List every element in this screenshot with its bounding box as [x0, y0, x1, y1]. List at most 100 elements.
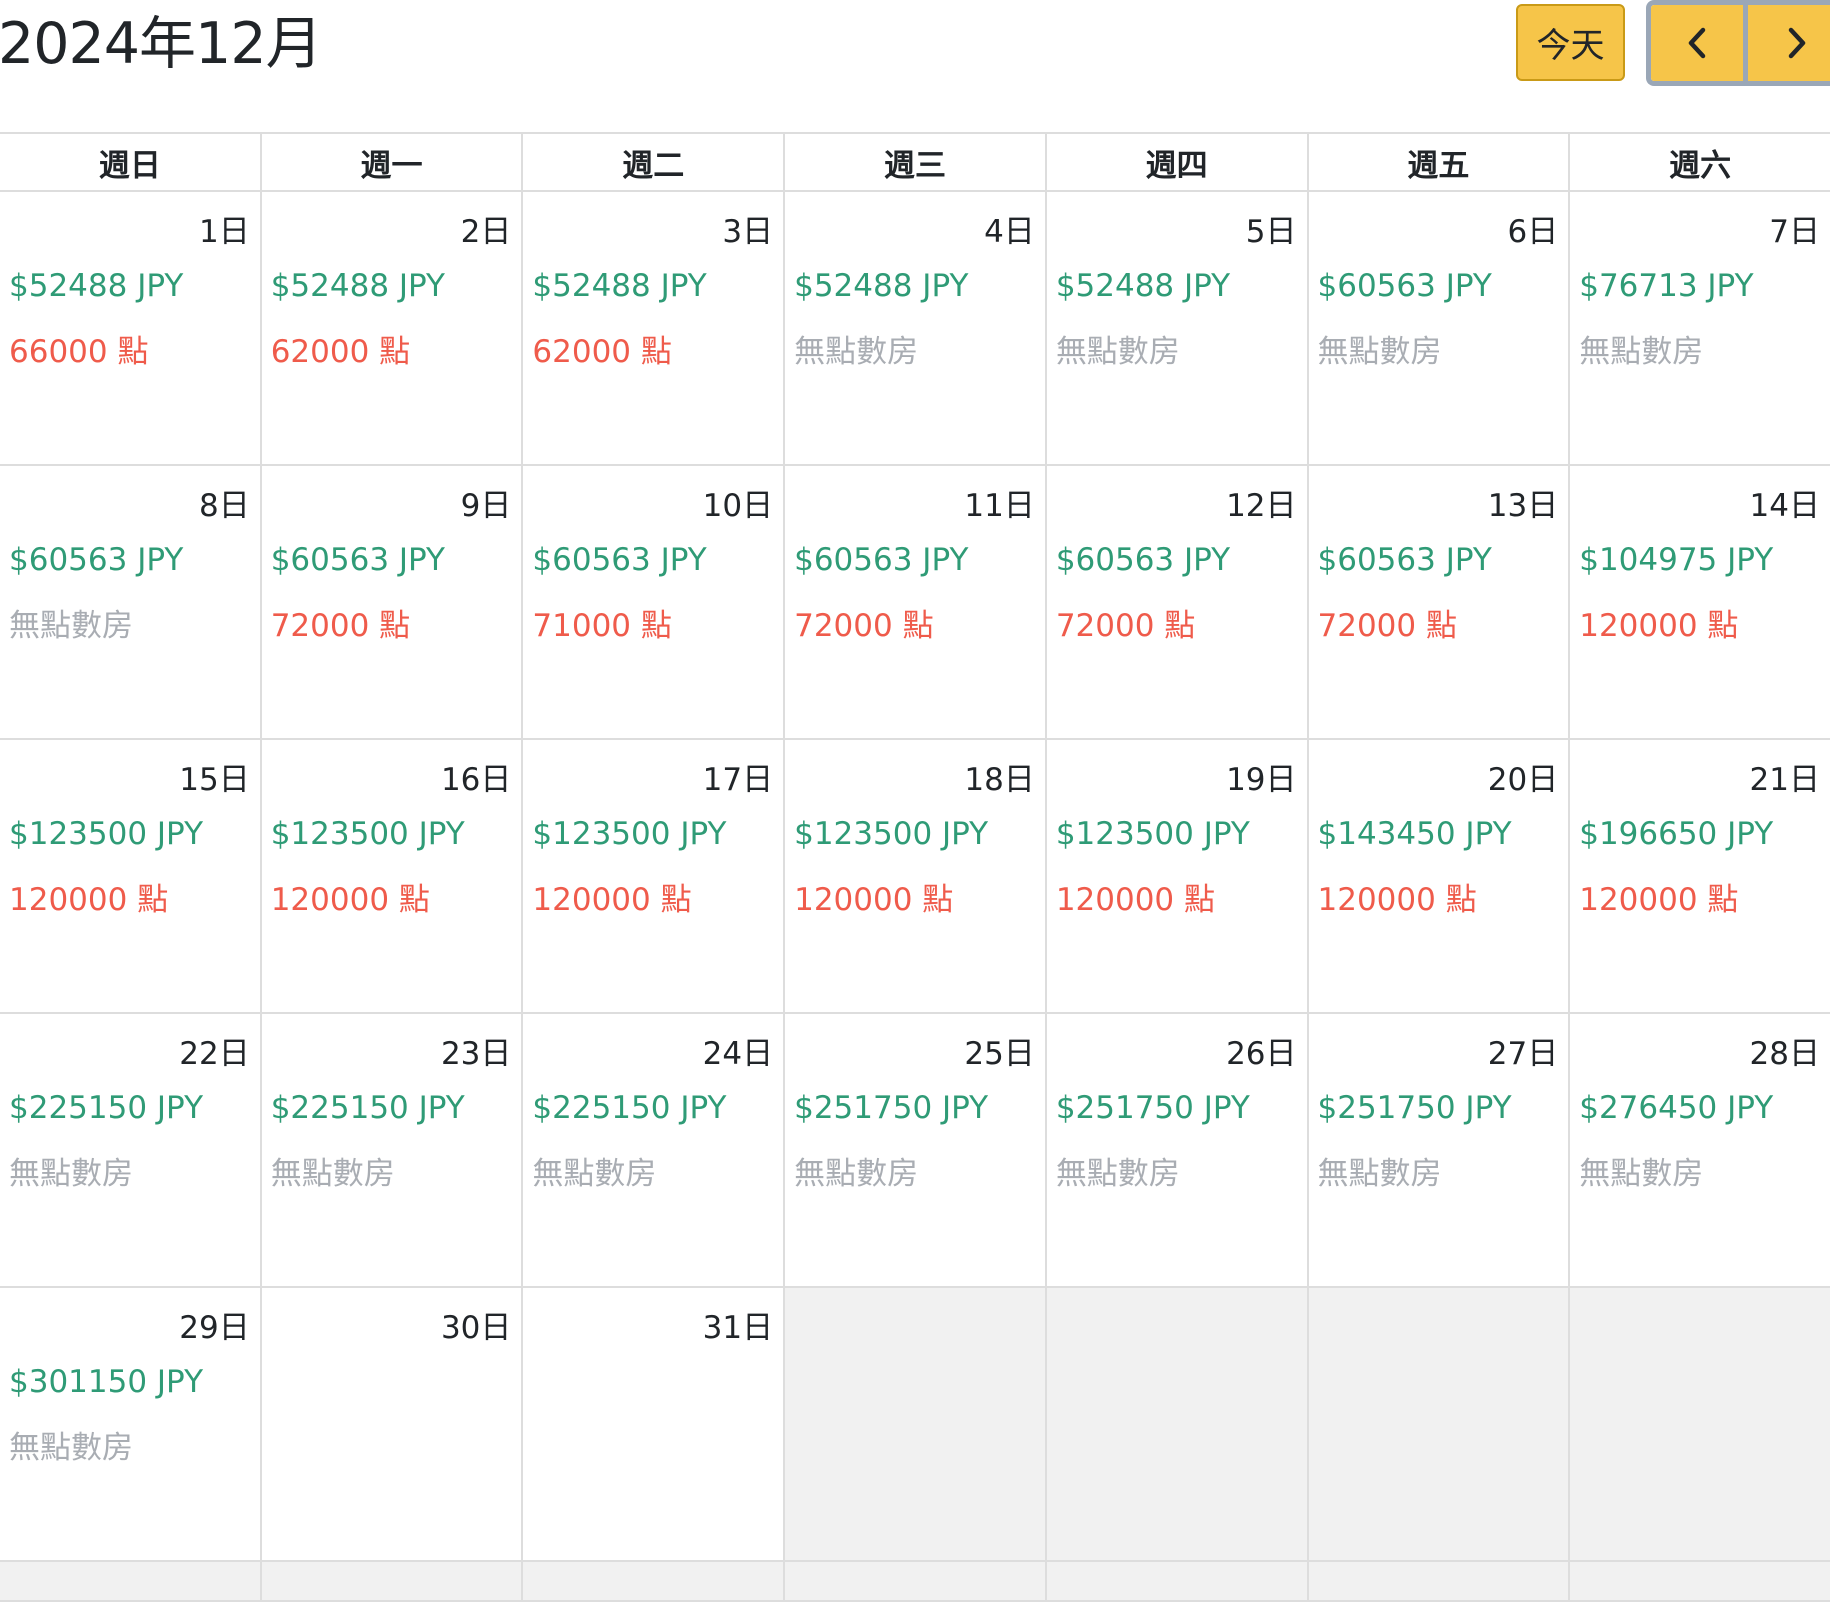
- weekday-header: 週三: [783, 132, 1047, 192]
- day-cell[interactable]: 8日 $60563 JPY 無點數房: [0, 464, 262, 740]
- day-cell[interactable]: 29日 $301150 JPY 無點數房: [0, 1286, 262, 1562]
- day-cell[interactable]: 15日 $123500 JPY 120000 點: [0, 738, 262, 1014]
- next-month-button[interactable]: [1747, 5, 1830, 81]
- day-number: 2日: [460, 214, 512, 250]
- day-number: 11日: [964, 488, 1035, 524]
- cash-price: $251750 JPY: [794, 1090, 989, 1126]
- empty-day-cell: [1044, 1560, 1309, 1602]
- points-price: 120000 點: [1055, 882, 1216, 918]
- empty-day-cell: [1306, 1286, 1571, 1562]
- day-number: 18日: [964, 762, 1035, 798]
- weekday-header: 週二: [521, 132, 786, 192]
- points-price: 72000 點: [1055, 608, 1196, 644]
- day-number: 14日: [1749, 488, 1820, 524]
- day-number: 6日: [1507, 214, 1559, 250]
- cash-price: $251750 JPY: [1317, 1090, 1512, 1126]
- day-cell[interactable]: 2日 $52488 JPY 62000 點: [259, 190, 524, 466]
- day-cell[interactable]: 3日 $52488 JPY 62000 點: [521, 190, 786, 466]
- points-price: 71000 點: [532, 608, 672, 644]
- empty-day-cell: [1568, 1560, 1830, 1602]
- day-cell[interactable]: 6日 $60563 JPY 無點數房: [1306, 190, 1571, 466]
- points-price: 120000 點: [794, 882, 954, 918]
- day-cell[interactable]: 18日 $123500 JPY 120000 點: [783, 738, 1047, 1014]
- day-cell[interactable]: 26日 $251750 JPY 無點數房: [1044, 1012, 1309, 1288]
- day-cell[interactable]: 24日 $225150 JPY 無點數房: [521, 1012, 786, 1288]
- empty-day-cell: [0, 1560, 262, 1602]
- day-cell[interactable]: 1日 $52488 JPY 66000 點: [0, 190, 262, 466]
- points-price: 72000 點: [794, 608, 934, 644]
- no-points-label: 無點數房: [1317, 334, 1442, 370]
- day-cell[interactable]: 12日 $60563 JPY 72000 點: [1044, 464, 1309, 740]
- day-cell[interactable]: 16日 $123500 JPY 120000 點: [259, 738, 524, 1014]
- cash-price: $52488 JPY: [532, 268, 707, 304]
- day-number: 7日: [1769, 214, 1820, 250]
- points-price: 120000 點: [532, 882, 692, 918]
- day-cell[interactable]: 22日 $225150 JPY 無點數房: [0, 1012, 262, 1288]
- weekday-header: 週日: [0, 132, 262, 192]
- cash-price: $225150 JPY: [270, 1090, 465, 1126]
- calendar-title: 2024年12月: [0, 11, 323, 77]
- cash-price: $104975 JPY: [1579, 542, 1774, 578]
- day-number: 3日: [722, 214, 774, 250]
- cash-price: $123500 JPY: [1055, 816, 1250, 852]
- today-button[interactable]: 今天: [1516, 4, 1625, 81]
- day-cell[interactable]: 5日 $52488 JPY 無點數房: [1044, 190, 1309, 466]
- day-cell[interactable]: 31日: [521, 1286, 786, 1562]
- day-number: 15日: [179, 762, 250, 798]
- no-points-label: 無點數房: [9, 608, 133, 644]
- day-cell[interactable]: 30日: [259, 1286, 524, 1562]
- cash-price: $52488 JPY: [9, 268, 184, 304]
- day-number: 25日: [964, 1036, 1035, 1072]
- points-price: 72000 點: [270, 608, 411, 644]
- day-cell[interactable]: 4日 $52488 JPY 無點數房: [783, 190, 1047, 466]
- day-number: 19日: [1226, 762, 1297, 798]
- weekday-header: 週六: [1568, 132, 1830, 192]
- cash-price: $276450 JPY: [1579, 1090, 1774, 1126]
- prev-month-button[interactable]: [1651, 5, 1748, 81]
- cash-price: $60563 JPY: [1317, 542, 1492, 578]
- day-cell[interactable]: 13日 $60563 JPY 72000 點: [1306, 464, 1571, 740]
- empty-day-cell: [259, 1560, 524, 1602]
- empty-day-cell: [1044, 1286, 1309, 1562]
- day-cell[interactable]: 21日 $196650 JPY 120000 點: [1568, 738, 1830, 1014]
- cash-price: $123500 JPY: [532, 816, 727, 852]
- day-number: 8日: [198, 488, 250, 524]
- points-price: 120000 點: [1579, 608, 1739, 644]
- day-number: 29日: [179, 1310, 250, 1346]
- day-cell[interactable]: 10日 $60563 JPY 71000 點: [521, 464, 786, 740]
- day-number: 1日: [198, 214, 250, 250]
- chevron-left-icon: [1688, 27, 1706, 59]
- weekday-header: 週四: [1044, 132, 1309, 192]
- week-row: 8日 $60563 JPY 無點數房 9日 $60563 JPY 72000 點 10日 $6…: [0, 464, 1830, 740]
- day-cell[interactable]: 7日 $76713 JPY 無點數房: [1568, 190, 1830, 466]
- empty-day-cell: [1306, 1560, 1571, 1602]
- no-points-label: 無點數房: [270, 1156, 395, 1192]
- day-cell[interactable]: 25日 $251750 JPY 無點數房: [783, 1012, 1047, 1288]
- day-number: 12日: [1226, 488, 1297, 524]
- points-price: 72000 點: [1317, 608, 1457, 644]
- no-points-label: 無點數房: [1317, 1156, 1442, 1192]
- points-price: 62000 點: [270, 334, 411, 370]
- day-number: 31日: [702, 1310, 774, 1346]
- month-grid: 週日 週一 週二 週三 週四 週五 週六 1日 $52488 JPY 66000 點 2日 $524…: [0, 132, 1830, 1602]
- day-number: 5日: [1245, 214, 1297, 250]
- day-cell[interactable]: 27日 $251750 JPY 無點數房: [1306, 1012, 1571, 1288]
- no-points-label: 無點數房: [1579, 1156, 1704, 1192]
- day-cell[interactable]: 17日 $123500 JPY 120000 點: [521, 738, 786, 1014]
- week-row: 1日 $52488 JPY 66000 點 2日 $52488 JPY 62000 點 3日…: [0, 190, 1830, 466]
- day-cell[interactable]: 19日 $123500 JPY 120000 點: [1044, 738, 1309, 1014]
- cash-price: $196650 JPY: [1579, 816, 1774, 852]
- cash-price: $225150 JPY: [532, 1090, 727, 1126]
- points-price: 120000 點: [270, 882, 430, 918]
- empty-day-cell: [783, 1286, 1047, 1562]
- cash-price: $251750 JPY: [1055, 1090, 1250, 1126]
- day-cell[interactable]: 20日 $143450 JPY 120000 點: [1306, 738, 1571, 1014]
- chevron-right-icon: [1788, 27, 1806, 59]
- month-nav-group: [1646, 0, 1830, 86]
- day-cell[interactable]: 14日 $104975 JPY 120000 點: [1568, 464, 1830, 740]
- day-cell[interactable]: 11日 $60563 JPY 72000 點: [783, 464, 1047, 740]
- day-cell[interactable]: 23日 $225150 JPY 無點數房: [259, 1012, 524, 1288]
- no-points-label: 無點數房: [9, 1430, 133, 1466]
- day-cell[interactable]: 28日 $276450 JPY 無點數房: [1568, 1012, 1830, 1288]
- day-cell[interactable]: 9日 $60563 JPY 72000 點: [259, 464, 524, 740]
